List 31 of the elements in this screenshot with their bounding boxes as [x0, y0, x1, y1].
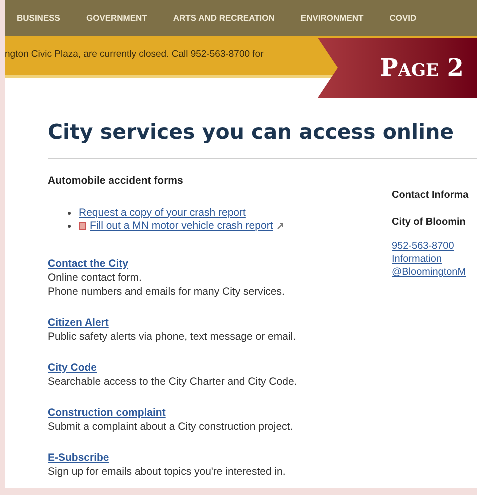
service-link[interactable]: Contact the City	[48, 256, 378, 271]
contact-link[interactable]: 952-563-8700	[392, 240, 469, 253]
service-description: Searchable access to the City Charter and City Code.	[48, 374, 298, 389]
nav-link[interactable]: ARTS AND RECREATION	[173, 12, 275, 24]
contact-heading: Contact Informa	[392, 189, 469, 203]
contact-name: City of Bloomin	[392, 216, 467, 230]
service-description: Sign up for emails about topics you're interested in.	[48, 464, 287, 479]
crash-report-link[interactable]: Request a copy of your crash report	[79, 206, 246, 220]
service-link[interactable]: Construction complaint	[48, 406, 378, 420]
external-link-icon	[277, 222, 284, 230]
page-heading: City services you can access online	[48, 119, 454, 146]
service-link[interactable]: Citizen Alert	[48, 316, 378, 330]
nav-link[interactable]: ENVIRONMENT	[300, 12, 364, 24]
contact-link[interactable]: @BloomingtonM	[392, 266, 469, 279]
nav-link[interactable]: GOVERNMENT	[86, 12, 148, 24]
service-link[interactable]: City Code	[48, 360, 378, 375]
service-link[interactable]: E-Subscribe	[48, 450, 378, 465]
section-title: Automobile accident forms	[48, 174, 184, 189]
contact-link[interactable]: Information	[392, 253, 469, 266]
service-description: Public safety alerts via phone, text message or email.	[48, 330, 298, 344]
service-description: Online contact form.	[48, 270, 143, 285]
service-description: Submit a complaint about a City construction project.	[48, 420, 294, 434]
nav-link[interactable]: COVID	[390, 12, 417, 24]
crash-report-link[interactable]: Fill out a MN motor vehicle crash report	[90, 220, 274, 233]
bullet-icon	[68, 224, 71, 228]
document-icon	[79, 222, 86, 230]
alert-text: ngton Civic Plaza, are currently closed. Call 952-563-8700 for	[5, 48, 264, 62]
service-description: Phone numbers and emails for many City services.	[48, 284, 286, 299]
nav-link[interactable]: BUSINESS	[17, 12, 60, 24]
bullet-icon	[68, 212, 71, 215]
page-badge-text: Page 2	[380, 52, 464, 84]
